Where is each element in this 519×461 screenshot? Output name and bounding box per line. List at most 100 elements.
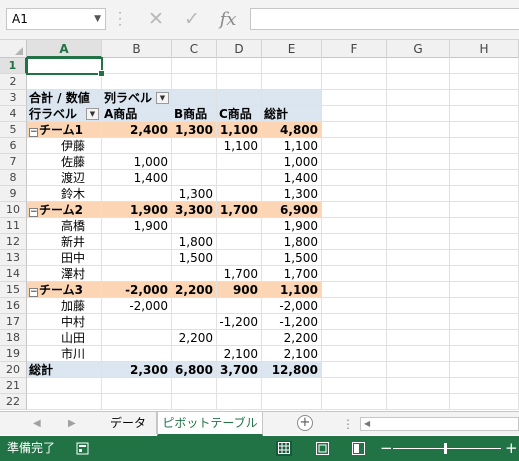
column-header-e[interactable]: E bbox=[262, 40, 322, 58]
row-header[interactable]: 2 bbox=[0, 74, 27, 90]
collapse-icon[interactable]: − bbox=[29, 128, 38, 137]
cell-d14[interactable]: 1,700 bbox=[217, 266, 262, 282]
normal-view-icon[interactable] bbox=[276, 441, 292, 456]
cell-d1[interactable] bbox=[217, 58, 262, 74]
filter-dropdown-icon[interactable]: ▼ bbox=[156, 92, 169, 104]
cell-c9[interactable]: 1,300 bbox=[172, 186, 217, 202]
cell-b10[interactable]: 1,900 bbox=[102, 202, 172, 218]
cell-g4[interactable] bbox=[387, 106, 450, 122]
cell-h16[interactable] bbox=[450, 298, 519, 314]
cell-b12[interactable] bbox=[102, 234, 172, 250]
cell-h18[interactable] bbox=[450, 330, 519, 346]
cell-e5[interactable]: 4,800 bbox=[262, 122, 322, 138]
cell-g2[interactable] bbox=[387, 74, 450, 90]
zoom-slider[interactable] bbox=[393, 448, 501, 449]
insert-function-button[interactable]: fx bbox=[216, 8, 240, 30]
cell-a11[interactable]: 高橋 bbox=[27, 218, 102, 234]
cell-h19[interactable] bbox=[450, 346, 519, 362]
enter-check-icon[interactable]: ✓ bbox=[180, 8, 204, 30]
more-options-icon[interactable]: · · · bbox=[117, 7, 123, 31]
cell-e22[interactable] bbox=[262, 394, 322, 410]
cell-h10[interactable] bbox=[450, 202, 519, 218]
row-header[interactable]: 9 bbox=[0, 186, 27, 202]
cell-f18[interactable] bbox=[322, 330, 387, 346]
cell-e1[interactable] bbox=[262, 58, 322, 74]
cell-f19[interactable] bbox=[322, 346, 387, 362]
cell-d10[interactable]: 1,700 bbox=[217, 202, 262, 218]
cell-d3[interactable] bbox=[217, 90, 262, 106]
cell-b5[interactable]: 2,400 bbox=[102, 122, 172, 138]
cell-e10[interactable]: 6,900 bbox=[262, 202, 322, 218]
row-header[interactable]: 8 bbox=[0, 170, 27, 186]
cell-e11[interactable]: 1,900 bbox=[262, 218, 322, 234]
column-header-g[interactable]: G bbox=[387, 40, 450, 58]
cell-h3[interactable] bbox=[450, 90, 519, 106]
cell-c22[interactable] bbox=[172, 394, 217, 410]
cell-h12[interactable] bbox=[450, 234, 519, 250]
column-header-f[interactable]: F bbox=[322, 40, 387, 58]
row-header[interactable]: 13 bbox=[0, 250, 27, 266]
row-header[interactable]: 14 bbox=[0, 266, 27, 282]
cell-b22[interactable] bbox=[102, 394, 172, 410]
cell-b13[interactable] bbox=[102, 250, 172, 266]
cell-f4[interactable] bbox=[322, 106, 387, 122]
cell-b15[interactable]: -2,000 bbox=[102, 282, 172, 298]
cell-g8[interactable] bbox=[387, 170, 450, 186]
row-header[interactable]: 20 bbox=[0, 362, 27, 378]
cell-g3[interactable] bbox=[387, 90, 450, 106]
cell-b4[interactable]: A商品 bbox=[102, 106, 172, 122]
cell-b14[interactable] bbox=[102, 266, 172, 282]
cell-d8[interactable] bbox=[217, 170, 262, 186]
cell-f15[interactable] bbox=[322, 282, 387, 298]
row-header[interactable]: 21 bbox=[0, 378, 27, 394]
cell-f20[interactable] bbox=[322, 362, 387, 378]
cell-e20[interactable]: 12,800 bbox=[262, 362, 322, 378]
cell-g9[interactable] bbox=[387, 186, 450, 202]
cell-b11[interactable]: 1,900 bbox=[102, 218, 172, 234]
zoom-in-icon[interactable]: + bbox=[505, 436, 518, 461]
cell-c7[interactable] bbox=[172, 154, 217, 170]
cell-h15[interactable] bbox=[450, 282, 519, 298]
cell-d6[interactable]: 1,100 bbox=[217, 138, 262, 154]
cell-f7[interactable] bbox=[322, 154, 387, 170]
cell-c4[interactable]: B商品 bbox=[172, 106, 217, 122]
cell-f2[interactable] bbox=[322, 74, 387, 90]
cell-e4[interactable]: 総計 bbox=[262, 106, 322, 122]
cell-c3[interactable] bbox=[172, 90, 217, 106]
cell-f21[interactable] bbox=[322, 378, 387, 394]
cell-d20[interactable]: 3,700 bbox=[217, 362, 262, 378]
cell-g10[interactable] bbox=[387, 202, 450, 218]
column-header-d[interactable]: D bbox=[217, 40, 262, 58]
cell-h9[interactable] bbox=[450, 186, 519, 202]
cell-h14[interactable] bbox=[450, 266, 519, 282]
cell-a16[interactable]: 加藤 bbox=[27, 298, 102, 314]
cell-f22[interactable] bbox=[322, 394, 387, 410]
cell-c11[interactable] bbox=[172, 218, 217, 234]
collapse-icon[interactable]: − bbox=[29, 208, 38, 217]
cell-f13[interactable] bbox=[322, 250, 387, 266]
cell-f14[interactable] bbox=[322, 266, 387, 282]
cell-c6[interactable] bbox=[172, 138, 217, 154]
cell-d15[interactable]: 900 bbox=[217, 282, 262, 298]
cell-h17[interactable] bbox=[450, 314, 519, 330]
cell-e14[interactable]: 1,700 bbox=[262, 266, 322, 282]
cell-d2[interactable] bbox=[217, 74, 262, 90]
cell-e21[interactable] bbox=[262, 378, 322, 394]
name-box[interactable]: A1 ▼ bbox=[6, 8, 106, 30]
cell-a20[interactable]: 総計 bbox=[27, 362, 102, 378]
cell-h4[interactable] bbox=[450, 106, 519, 122]
cell-h8[interactable] bbox=[450, 170, 519, 186]
cell-d4[interactable]: C商品 bbox=[217, 106, 262, 122]
cell-g20[interactable] bbox=[387, 362, 450, 378]
cell-c14[interactable] bbox=[172, 266, 217, 282]
cell-e15[interactable]: 1,100 bbox=[262, 282, 322, 298]
add-sheet-icon[interactable]: + bbox=[297, 415, 313, 431]
row-header[interactable]: 7 bbox=[0, 154, 27, 170]
cell-c19[interactable] bbox=[172, 346, 217, 362]
cell-c20[interactable]: 6,800 bbox=[172, 362, 217, 378]
cell-a18[interactable]: 山田 bbox=[27, 330, 102, 346]
cell-a3[interactable]: 合計 / 数値 bbox=[27, 90, 102, 106]
cell-e17[interactable]: -1,200 bbox=[262, 314, 322, 330]
cell-e7[interactable]: 1,000 bbox=[262, 154, 322, 170]
cell-e8[interactable]: 1,400 bbox=[262, 170, 322, 186]
